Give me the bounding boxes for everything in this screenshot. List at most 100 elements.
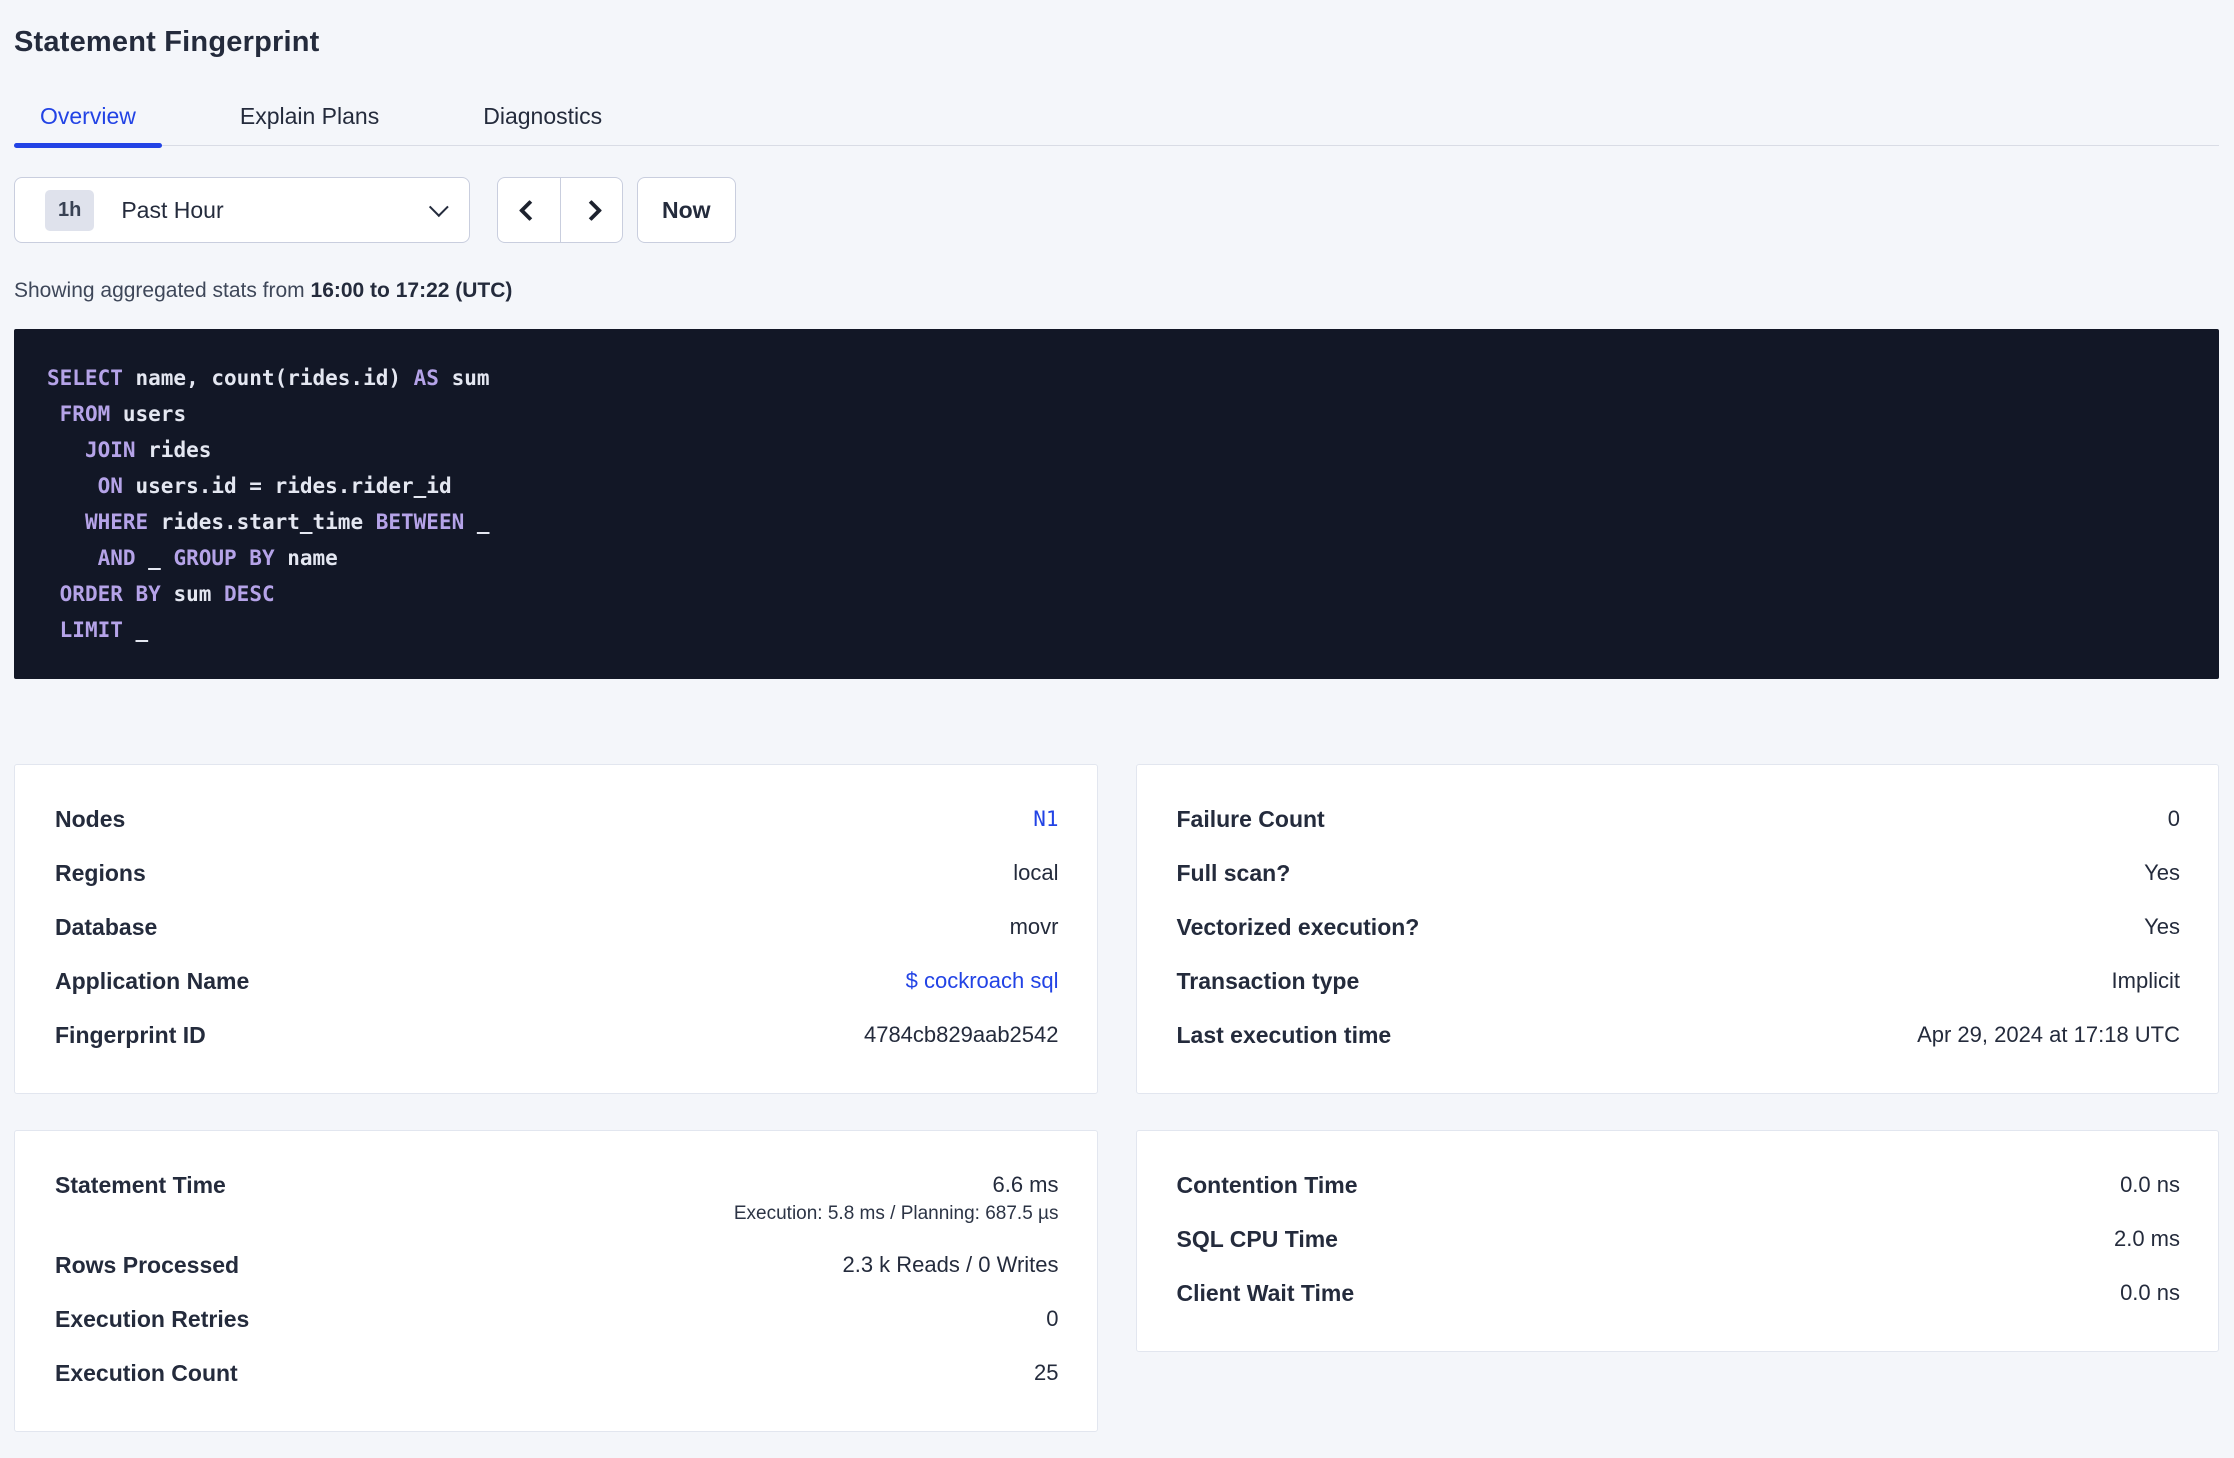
details-cards-row: Nodes N1 Regions local Database movr Applicati… [14, 764, 2219, 1094]
sql-line: LIMIT _ [47, 612, 2189, 648]
card-row-value-group: 0 [1046, 1292, 1058, 1346]
time-range-badge: 1h [45, 189, 95, 231]
card-row: Regions local [55, 846, 1059, 900]
card-row: Rows Processed 2.3 k Reads / 0 Writes [55, 1238, 1059, 1292]
card-row-label: Vectorized execution? [1176, 914, 1420, 940]
card-row-value-group: N1 [1033, 792, 1058, 846]
card-row-value: local [1013, 860, 1059, 885]
card-row-value: movr [1009, 914, 1059, 939]
wait-time-card: Contention Time 0.0 ns SQL CPU Time 2.0 ms C… [1135, 1130, 2219, 1352]
card-row-value-group: 6.6 ms Execution: 5.8 ms / Planning: 687.… [734, 1158, 1059, 1238]
card-row-label: Fingerprint ID [55, 1022, 206, 1048]
time-range-nav [497, 177, 623, 243]
page-title: Statement Fingerprint [14, 26, 320, 58]
sql-text: sum [438, 366, 490, 390]
sql-line: ON users.id = rides.rider_id [47, 468, 2189, 504]
card-row: Client Wait Time 0.0 ns [1177, 1266, 2181, 1320]
card-row-value-group: Yes [2144, 846, 2180, 900]
card-row: Full scan? Yes [1177, 846, 2181, 900]
card-row-label: Last execution time [1176, 1022, 1392, 1048]
card-row-value-link[interactable]: $ cockroach sql [906, 968, 1059, 993]
chevron-right-icon [580, 199, 603, 221]
card-row-value-group: local [1013, 846, 1058, 900]
card-row: Nodes N1 [55, 792, 1059, 846]
tab-bar: Overview Explain Plans Diagnostics [14, 103, 2219, 148]
card-row: Fingerprint ID 4784cb829aab2542 [55, 1008, 1059, 1062]
card-row: Database movr [55, 900, 1059, 954]
card-row-value-group: $ cockroach sql [906, 954, 1059, 1008]
time-next-button[interactable] [560, 178, 622, 242]
tab-overview-label: Overview [40, 103, 136, 129]
tab-explain-plans[interactable]: Explain Plans [214, 103, 405, 145]
card-row-value: 25 [1034, 1360, 1059, 1385]
card-row-label: Execution Count [55, 1360, 238, 1386]
performance-cards-row: Statement Time 6.6 ms Execution: 5.8 ms / … [14, 1130, 2219, 1432]
card-row: Transaction type Implicit [1177, 954, 2181, 1008]
sql-statement-box: SELECT name, count(rides.id) AS sum FROM… [14, 329, 2219, 679]
sql-keyword: BETWEEN [375, 510, 465, 534]
sql-text: _ [135, 546, 174, 570]
card-row: Vectorized execution? Yes [1177, 900, 2181, 954]
card-row-label: Database [55, 914, 158, 940]
stats-summary-prefix: Showing aggregated stats from [14, 279, 311, 302]
tab-diagnostics[interactable]: Diagnostics [457, 103, 628, 145]
sql-text: rides [135, 438, 212, 462]
card-row: Last execution time Apr 29, 2024 at 17:18… [1177, 1008, 2181, 1062]
card-row-value: 2.3 k Reads / 0 Writes [842, 1252, 1059, 1277]
time-prev-button[interactable] [498, 178, 560, 242]
statement-info-card: Nodes N1 Regions local Database movr Applicati… [14, 764, 1098, 1094]
card-row-value-group: 2.3 k Reads / 0 Writes [842, 1238, 1058, 1292]
sql-text: rides.start_time [148, 510, 376, 534]
chevron-down-icon [428, 197, 449, 218]
card-row: Execution Count 25 [55, 1346, 1059, 1400]
card-row-value: Implicit [2111, 968, 2180, 993]
card-row-value: 6.6 ms [992, 1172, 1059, 1197]
sql-text: _ [122, 618, 149, 642]
card-row-label: Regions [55, 860, 146, 886]
time-range-dropdown[interactable]: 1h Past Hour [14, 177, 470, 243]
execution-attributes-card: Failure Count 0 Full scan? Yes Vectorized ex… [1135, 764, 2219, 1094]
card-row: Application Name $ cockroach sql [55, 954, 1059, 1008]
sql-text: users [110, 402, 187, 426]
aggregated-stats-line: Showing aggregated stats from 16:00 to 1… [14, 279, 2219, 303]
sql-keyword: AS [413, 366, 439, 390]
tab-overview[interactable]: Overview [14, 103, 162, 148]
card-row-value-group: Implicit [2112, 954, 2180, 1008]
sql-text: _ [464, 510, 490, 534]
sql-keyword: AND [97, 546, 136, 570]
tab-explain-plans-label: Explain Plans [239, 103, 380, 129]
chevron-left-icon [518, 199, 540, 221]
card-row-value-group: 0 [2168, 792, 2180, 846]
card-row-label: Rows Processed [55, 1252, 240, 1278]
card-row-value: 0 [1046, 1306, 1059, 1331]
statement-fingerprint-page: Statement Fingerprint Overview Explain P… [0, 0, 2234, 1432]
card-row: Contention Time 0.0 ns [1177, 1158, 2181, 1212]
stats-summary-range: 16:00 to 17:22 (UTC) [310, 279, 513, 302]
card-row-value-group: movr [1010, 900, 1059, 954]
card-row-value: Yes [2144, 914, 2180, 939]
card-row-value-group: Yes [2144, 900, 2180, 954]
card-row-value: Apr 29, 2024 at 17:18 UTC [1917, 1022, 2180, 1047]
card-row-value-link[interactable]: N1 [1033, 807, 1058, 831]
sql-keyword: ON [97, 474, 123, 498]
now-button[interactable]: Now [637, 177, 736, 243]
card-row-value: Yes [2144, 860, 2180, 885]
card-row-label: Client Wait Time [1176, 1280, 1355, 1306]
card-row-label: Full scan? [1176, 860, 1291, 886]
tab-diagnostics-label: Diagnostics [483, 103, 603, 129]
sql-keyword: LIMIT [59, 618, 123, 642]
sql-text: users.id = rides.rider_id [122, 474, 452, 498]
card-row-value: 0.0 ns [2120, 1172, 2180, 1197]
sql-line: ORDER BY sum DESC [47, 576, 2189, 612]
sql-keyword: WHERE [84, 510, 149, 534]
card-row-value-group: 4784cb829aab2542 [864, 1008, 1059, 1062]
sql-keyword: SELECT [47, 366, 123, 390]
card-row-value-group: 2.0 ms [2114, 1212, 2180, 1266]
card-row: Failure Count 0 [1177, 792, 2181, 846]
card-row-subvalue: Execution: 5.8 ms / Planning: 687.5 µs [733, 1203, 1059, 1224]
sql-line: FROM users [47, 396, 2189, 432]
